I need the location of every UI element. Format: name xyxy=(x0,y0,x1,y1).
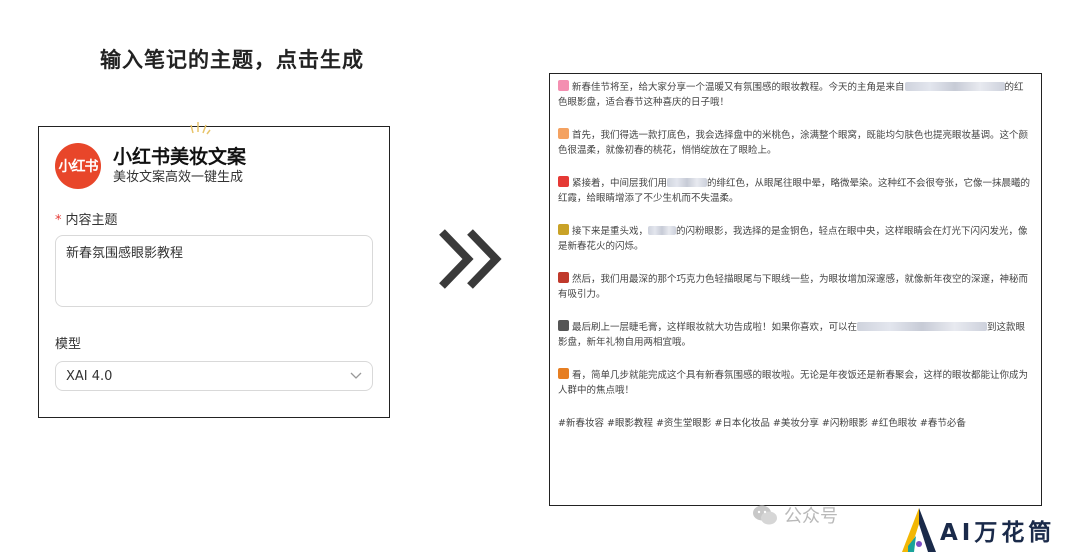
app-subtitle: 美妆文案高效一键生成 xyxy=(113,170,244,185)
result-paragraph: 最后刷上一层睫毛膏，这样眼妆就大功告成啦！如果你喜欢，可以在 到这款眼影盘，新年礼… xyxy=(558,320,1033,350)
model-label: 模型 xyxy=(55,337,82,352)
app-title: 小红书美妆文案 xyxy=(113,146,247,168)
brand-mark-icon xyxy=(902,508,936,552)
paragraph-text: 紧接着，中间层我们用 xyxy=(572,178,668,189)
result-paragraph: 紧接着，中间层我们用 的绯红色，从眼尾往眼中晕，略微晕染。这种红不会很夸张，它像一… xyxy=(558,176,1033,206)
flower-icon xyxy=(558,80,569,91)
redacted-text xyxy=(857,322,988,331)
input-form-card: 小红书 小红书美妆文案 美妆文案高效一键生成 * 内容主题 新春氛围感眼影教程 模… xyxy=(38,122,390,418)
wechat-watermark: 公众号 xyxy=(752,502,838,528)
redacted-text xyxy=(667,178,708,187)
peach-icon xyxy=(558,128,569,139)
rose-icon xyxy=(558,176,569,187)
paragraph-text: 接下来是重头戏， xyxy=(572,226,649,237)
paragraph-text: 首先，我们得选一款打底色，我会选择盘中的米桃色，涂满整个眼窝，既能均匀肤色也提亮… xyxy=(558,130,1029,156)
result-paragraph: 新春佳节将至，给大家分享一个温暖又有氛围感的眼妆教程。今天的主角是来自 的红色眼影… xyxy=(558,80,1033,110)
brand-text: AI万花筒 xyxy=(940,520,1056,546)
topic-label: * 内容主题 xyxy=(55,209,118,228)
result-paragraph: 看，简单几步就能完成这个具有新春氛围感的眼妆啦。无论是年夜饭还是新春聚会，这样的… xyxy=(558,368,1033,398)
result-paragraph: 接下来是重头戏， 的闪粉眼影，我选择的是金铜色，轻点在眼中央，这样眼睛会在灯光下闪… xyxy=(558,224,1033,254)
watermark-text: 公众号 xyxy=(784,506,838,527)
topic-label-text: 内容主题 xyxy=(65,213,118,228)
paragraph-text: 看，简单几步就能完成这个具有新春氛围感的眼妆啦。无论是年夜饭还是新春聚会，这样的… xyxy=(558,370,1029,396)
lipstick-icon xyxy=(558,272,569,283)
paragraph-text: 然后，我们用最深的那个巧克力色轻描眼尾与下眼线一些，为眼妆增加深邃感，就像新年夜… xyxy=(558,274,1029,300)
paragraph-text: 最后刷上一层睫毛膏，这样眼妆就大功告成啦！如果你喜欢，可以在 xyxy=(572,322,858,333)
model-select[interactable]: XAI 4.0 xyxy=(55,361,373,391)
result-paragraph: 然后，我们用最深的那个巧克力色轻描眼尾与下眼线一些，为眼妆增加深邃感，就像新年夜… xyxy=(558,272,1033,302)
result-paragraphs: 新春佳节将至，给大家分享一个温暖又有氛围感的眼妆教程。今天的主角是来自 的红色眼影… xyxy=(558,80,1033,398)
generated-result-card: 新春佳节将至，给大家分享一个温暖又有氛围感的眼妆教程。今天的主角是来自 的红色眼影… xyxy=(549,73,1042,506)
chevron-down-icon xyxy=(350,372,362,379)
model-selected-value: XAI 4.0 xyxy=(66,368,113,384)
result-paragraph: 首先，我们得选一款打底色，我会选择盘中的米桃色，涂满整个眼窝，既能均匀肤色也提亮… xyxy=(558,128,1033,158)
sparkle-icon xyxy=(190,122,211,135)
wechat-icon xyxy=(753,505,777,525)
eye-icon xyxy=(558,320,569,331)
double-chevron-right-icon xyxy=(439,229,502,289)
redacted-text xyxy=(904,82,1005,91)
paragraph-text: 新春佳节将至，给大家分享一个温暖又有氛围感的眼妆教程。今天的主角是来自 xyxy=(572,82,905,93)
hashtags: #新春妆容 #眼影教程 #资生堂眼影 #日本化妆品 #美妆分享 #闪粉眼影 #红… xyxy=(558,418,966,429)
app-header: 小红书 小红书美妆文案 美妆文案高效一键生成 xyxy=(55,143,246,189)
brand-logo: AI万花筒 xyxy=(900,506,1055,554)
sparkle-icon xyxy=(558,224,569,235)
topic-input[interactable]: 新春氛围感眼影教程 xyxy=(55,235,373,307)
gift-icon xyxy=(558,368,569,379)
xiaohongshu-logo: 小红书 xyxy=(55,143,101,189)
required-mark: * xyxy=(55,213,62,228)
instruction-caption: 输入笔记的主题，点击生成 xyxy=(100,48,364,72)
redacted-text xyxy=(648,226,677,235)
